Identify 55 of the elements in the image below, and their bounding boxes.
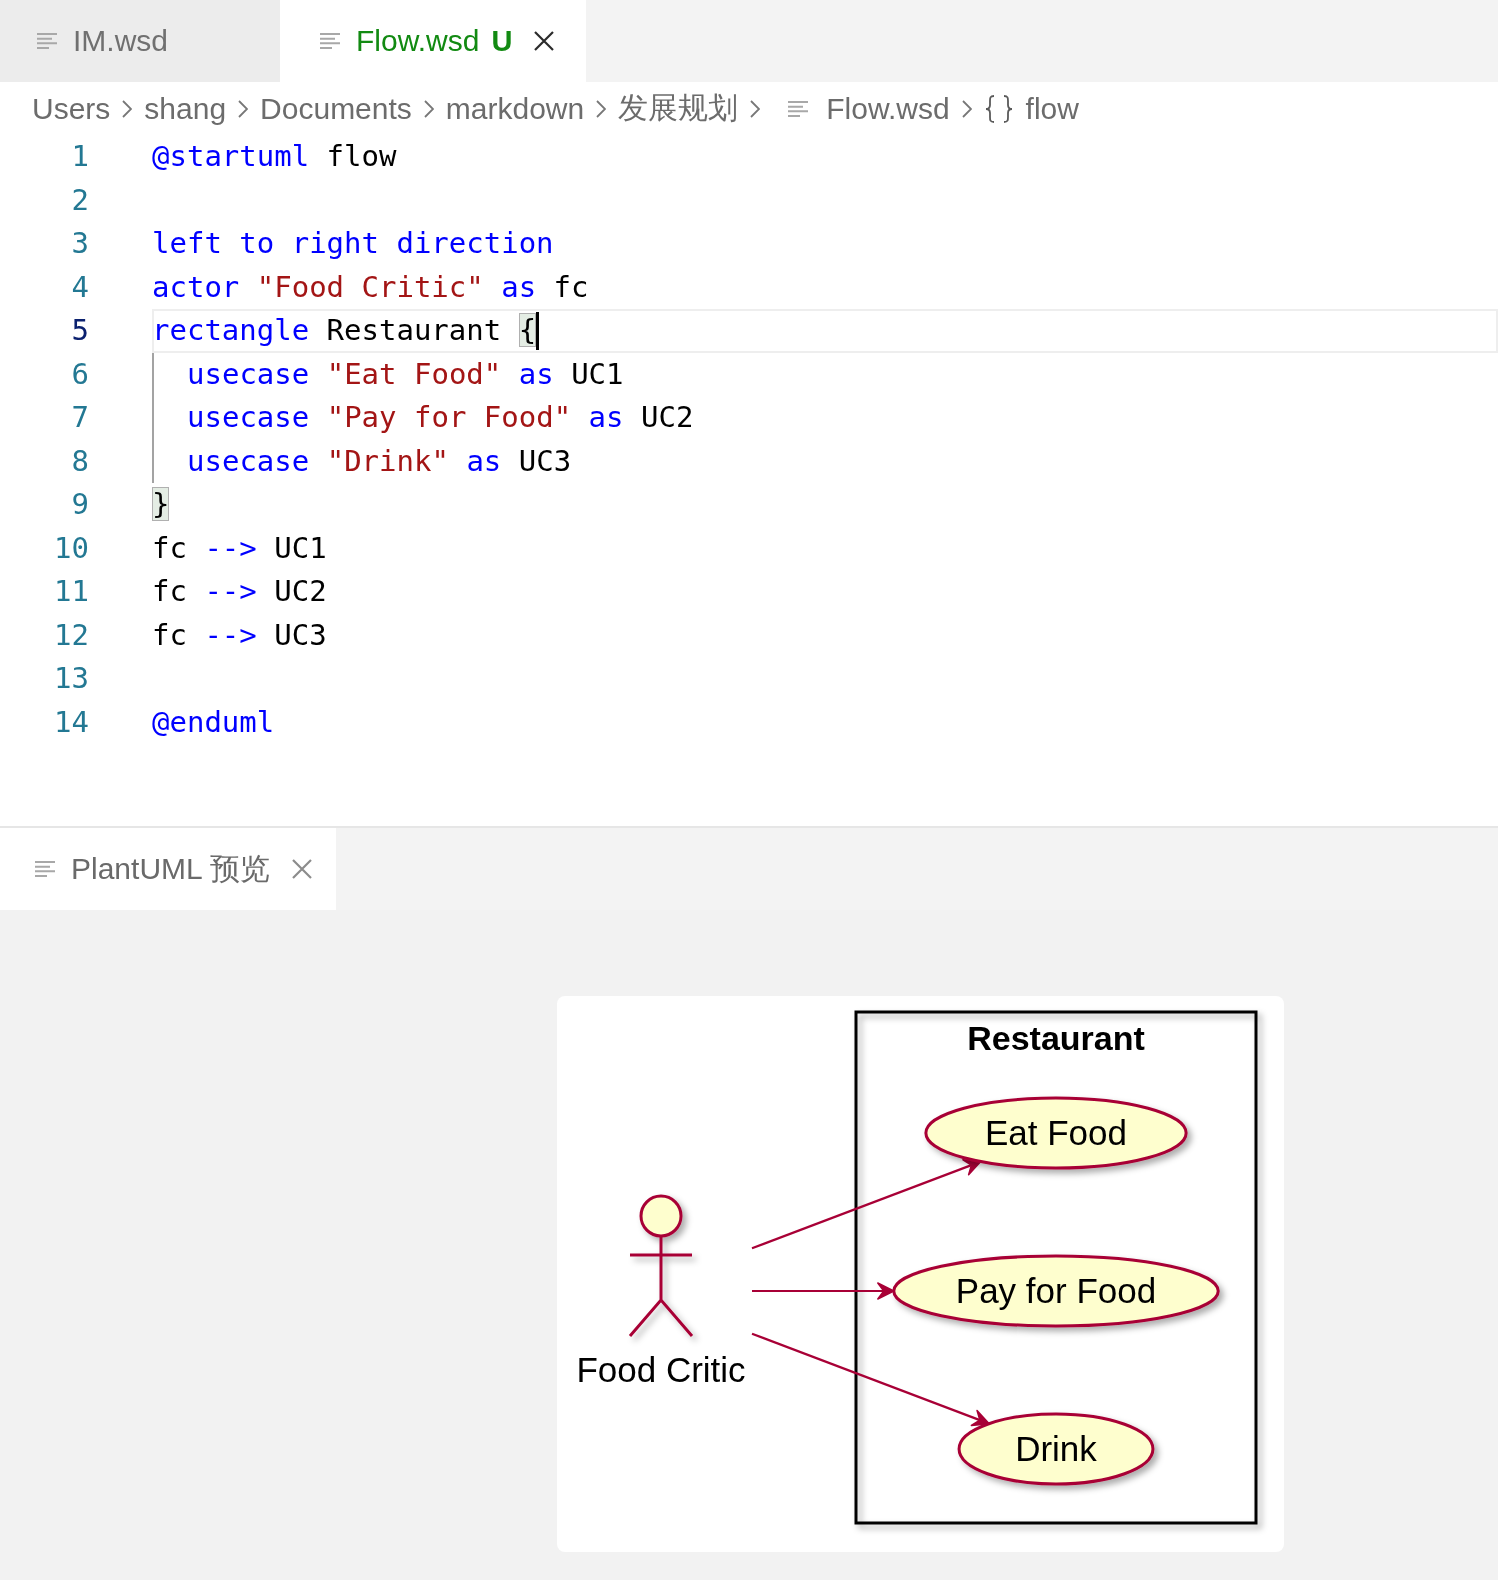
line-number: 4 xyxy=(70,268,89,306)
line-number: 7 xyxy=(70,399,89,436)
chevron-icon xyxy=(750,99,761,118)
chevron-icon xyxy=(961,99,972,118)
line-number: 8 xyxy=(70,442,89,480)
chevron-icon xyxy=(423,99,434,118)
line-number: 3 xyxy=(70,225,89,262)
text-lines-icon xyxy=(35,861,55,877)
breadcrumb-item[interactable]: Users xyxy=(32,91,111,126)
tab[interactable]: IM.wsd xyxy=(0,0,280,82)
line-number: 2 xyxy=(70,181,89,219)
breadcrumb-item[interactable]: markdown xyxy=(445,91,585,126)
code-line: @enduml xyxy=(152,703,275,741)
code-line: @startuml flow xyxy=(152,138,397,175)
line-number: 1 xyxy=(70,138,89,175)
line-number: 13 xyxy=(53,660,89,697)
breadcrumb-item[interactable]: Documents xyxy=(260,91,412,126)
code-line: usecase "Eat Food" as UC1 xyxy=(187,355,624,393)
actor-label: Food Critic xyxy=(576,1350,746,1389)
use-case: Eat Food xyxy=(924,1096,1188,1170)
text-lines-icon xyxy=(320,33,340,49)
code-line: rectangle Restaurant { xyxy=(152,312,537,349)
text-lines-icon xyxy=(37,33,57,49)
line-number: 9 xyxy=(70,486,89,523)
code-line: left to right direction xyxy=(152,225,554,262)
line-number: 5 xyxy=(70,312,89,349)
breadcrumb-item[interactable]: shang xyxy=(144,91,227,126)
close-icon xyxy=(291,859,312,879)
line-number: 10 xyxy=(53,529,89,567)
text-cursor xyxy=(536,311,540,350)
line-number: 6 xyxy=(70,355,89,393)
line-number: 11 xyxy=(53,573,89,610)
code-line: usecase "Pay for Food" as UC2 xyxy=(187,399,694,436)
chevron-icon xyxy=(122,99,133,118)
breadcrumb-item[interactable]: Flow.wsd xyxy=(772,91,950,126)
use-case: Drink xyxy=(957,1412,1155,1486)
braces-icon xyxy=(983,94,1014,123)
code-line: fc --> UC3 xyxy=(152,616,327,654)
chevron-icon xyxy=(238,99,249,118)
tab[interactable]: PlantUML 预览 xyxy=(0,828,336,910)
line-number: 12 xyxy=(53,616,89,654)
breadcrumb-item[interactable]: flow xyxy=(983,91,1079,126)
use-case: Pay for Food xyxy=(892,1254,1220,1328)
code-line: usecase "Drink" as UC3 xyxy=(187,442,572,480)
code-line: fc --> UC2 xyxy=(152,573,327,610)
boundary-title: Restaurant xyxy=(967,1019,1145,1057)
breadcrumb-item[interactable]: 发展规划 xyxy=(618,88,739,129)
tab[interactable]: Flow.wsd U xyxy=(280,0,587,82)
text-lines-icon xyxy=(788,100,809,117)
code-line: fc --> UC1 xyxy=(152,529,327,567)
line-number: 14 xyxy=(53,703,89,741)
status-letter: U xyxy=(491,24,513,58)
close-icon xyxy=(534,31,555,51)
chevron-icon xyxy=(596,99,607,118)
code-line: actor "Food Critic" as fc xyxy=(152,268,589,306)
